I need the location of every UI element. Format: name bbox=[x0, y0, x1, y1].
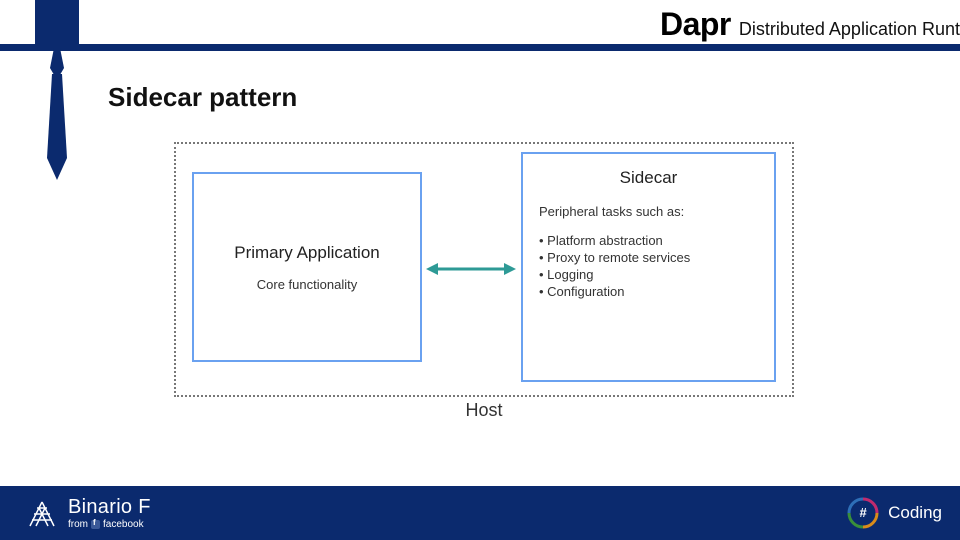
binario-logo-icon bbox=[28, 498, 56, 528]
coding-label: Coding bbox=[888, 503, 942, 523]
header-subtitle: Distributed Application Runt bbox=[739, 19, 960, 40]
list-item: Platform abstraction bbox=[539, 233, 758, 248]
coding-ring-icon: # bbox=[846, 496, 880, 530]
binario-from-line: from facebook bbox=[68, 520, 151, 530]
sidecar-diagram: Host Primary Application Core functional… bbox=[174, 142, 794, 432]
binario-text: Binario F from facebook bbox=[68, 497, 151, 530]
facebook-label: facebook bbox=[103, 520, 144, 530]
sidecar-box: Sidecar Peripheral tasks such as: Platfo… bbox=[521, 152, 776, 382]
list-item: Logging bbox=[539, 267, 758, 282]
header-divider bbox=[0, 44, 960, 51]
header-title: Dapr bbox=[660, 6, 731, 43]
coding-hash-symbol: # bbox=[860, 505, 867, 520]
bidirectional-arrow-icon bbox=[426, 262, 516, 276]
primary-title: Primary Application bbox=[234, 243, 380, 263]
footer-bar: Binario F from facebook # Coding bbox=[0, 486, 960, 540]
facebook-icon bbox=[91, 520, 100, 529]
header-bar: Dapr Distributed Application Runt bbox=[0, 0, 960, 60]
binario-name: Binario F bbox=[68, 497, 151, 517]
footer-left: Binario F from facebook bbox=[28, 497, 151, 530]
host-label: Host bbox=[465, 400, 502, 421]
sidecar-task-list: Platform abstraction Proxy to remote ser… bbox=[539, 233, 758, 299]
primary-application-box: Primary Application Core functionality bbox=[192, 172, 422, 362]
header-title-wrap: Dapr Distributed Application Runt bbox=[660, 6, 960, 43]
list-item: Proxy to remote services bbox=[539, 250, 758, 265]
footer-right: # Coding bbox=[846, 496, 942, 530]
primary-subtitle: Core functionality bbox=[257, 277, 357, 292]
tie-knot-square bbox=[35, 0, 79, 44]
section-title: Sidecar pattern bbox=[108, 82, 297, 113]
from-label: from bbox=[68, 520, 88, 530]
sidecar-title: Sidecar bbox=[539, 168, 758, 188]
sidecar-tasks-intro: Peripheral tasks such as: bbox=[539, 204, 758, 219]
list-item: Configuration bbox=[539, 284, 758, 299]
tie-icon bbox=[40, 48, 74, 188]
